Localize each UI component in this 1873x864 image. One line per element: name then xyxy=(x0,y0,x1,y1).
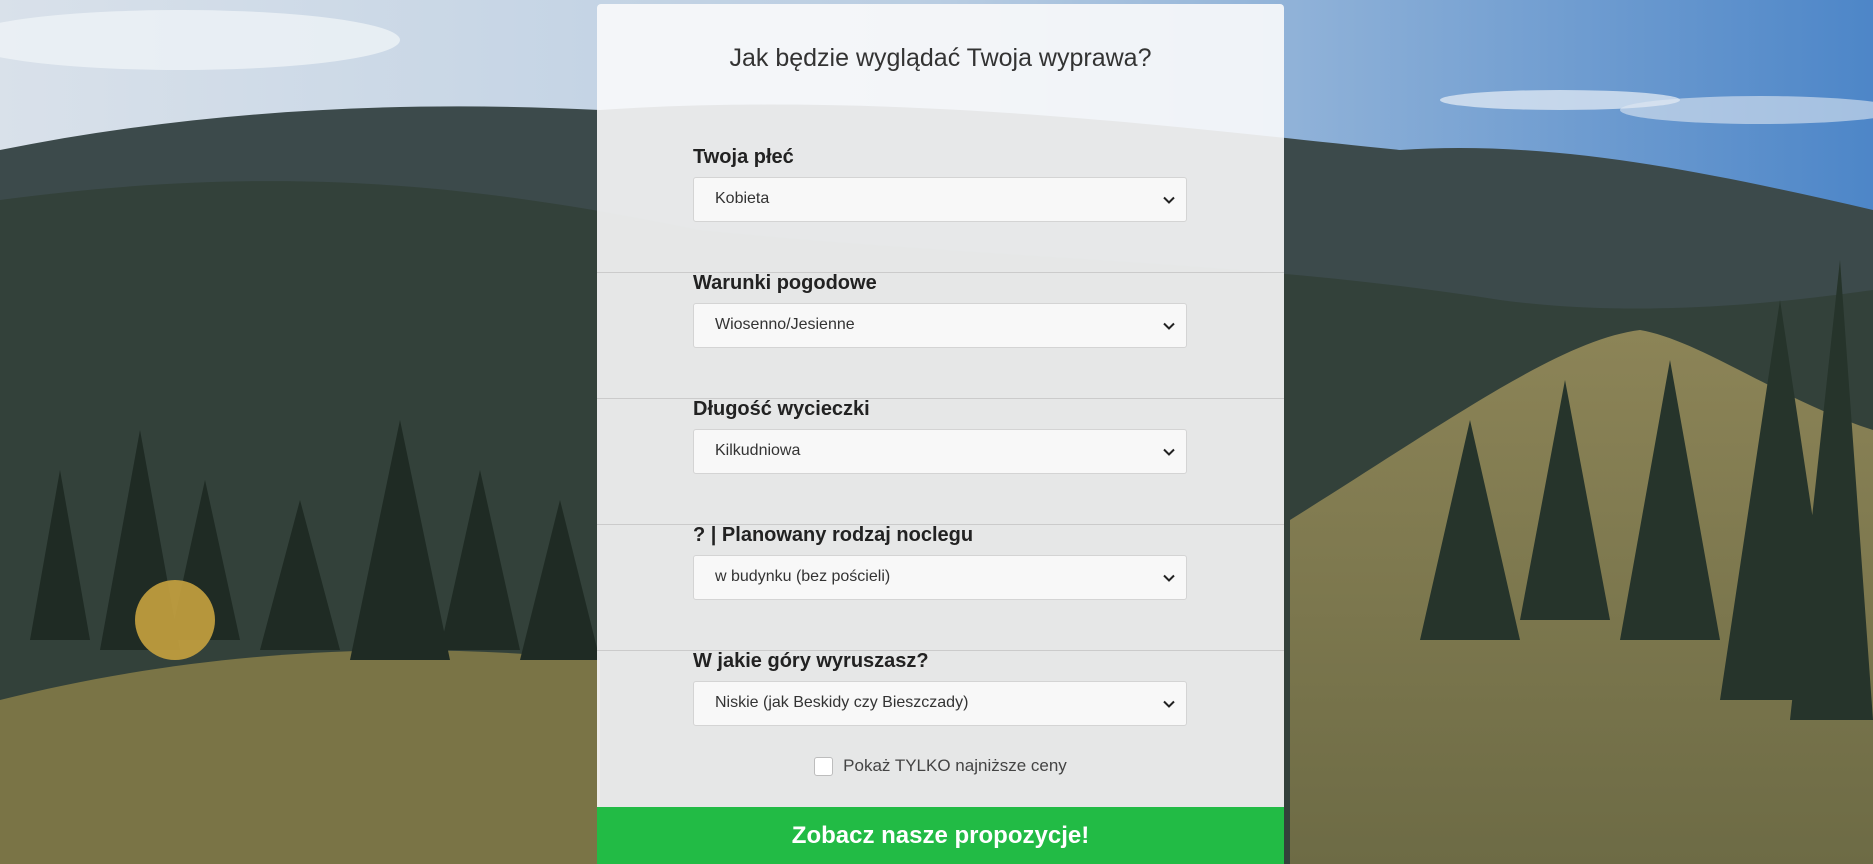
submit-button[interactable]: Zobacz nasze propozycje! xyxy=(597,807,1284,864)
accommodation-select[interactable]: w budynku (bez pościeli) xyxy=(693,555,1187,600)
mountains-label: W jakie góry wyruszasz? xyxy=(693,650,929,672)
chevron-down-icon xyxy=(1163,574,1175,582)
mountains-select-value: Niskie (jak Beskidy czy Bieszczady) xyxy=(715,694,969,711)
gender-select-value: Kobieta xyxy=(715,190,770,207)
field-gender: Twoja płeć Kobieta xyxy=(597,146,1284,273)
lowest-price-label[interactable]: Pokaż TYLKO najniższe ceny xyxy=(843,756,1067,775)
chevron-down-icon xyxy=(1163,196,1175,204)
field-weather: Warunki pogodowe Wiosenno/Jesienne xyxy=(597,272,1284,399)
weather-select[interactable]: Wiosenno/Jesienne xyxy=(693,303,1187,348)
page-title: Jak będzie wyglądać Twoja wyprawa? xyxy=(729,44,1152,72)
lowest-price-checkbox[interactable] xyxy=(814,756,834,776)
weather-select-value: Wiosenno/Jesienne xyxy=(715,316,855,333)
chevron-down-icon xyxy=(1163,700,1175,708)
gender-label: Twoja płeć xyxy=(693,146,794,168)
trip-length-label: Długość wycieczki xyxy=(693,398,870,420)
field-trip-length: Długość wycieczki Kilkudniowa xyxy=(597,398,1284,525)
trip-length-select[interactable]: Kilkudniowa xyxy=(693,429,1187,474)
field-accommodation: ? | Planowany rodzaj noclegu w budynku (… xyxy=(597,524,1284,651)
mountains-select[interactable]: Niskie (jak Beskidy czy Bieszczady) xyxy=(693,681,1187,726)
trip-length-select-value: Kilkudniowa xyxy=(715,442,801,459)
trip-form-panel: Jak będzie wyglądać Twoja wyprawa? Twoja… xyxy=(597,4,1284,808)
accommodation-label: ? | Planowany rodzaj noclegu xyxy=(693,524,974,546)
weather-label: Warunki pogodowe xyxy=(693,272,877,294)
chevron-down-icon xyxy=(1163,322,1175,330)
chevron-down-icon xyxy=(1163,448,1175,456)
lowest-price-option: Pokaż TYLKO najniższe ceny xyxy=(597,756,1284,780)
accommodation-select-value: w budynku (bez pościeli) xyxy=(715,568,891,585)
gender-select[interactable]: Kobieta xyxy=(693,177,1187,222)
